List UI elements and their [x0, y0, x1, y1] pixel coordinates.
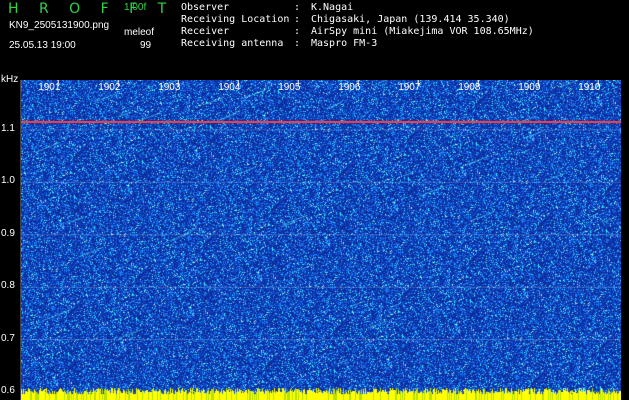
observation-info: Observer: K.Nagai Receiving Location: Chig…: [181, 2, 534, 50]
info-value: K.Nagai: [311, 2, 354, 13]
y-tick-label: 0.6: [1, 385, 15, 397]
y-tick-label: 1.0: [1, 175, 15, 187]
filename-label: KN9_2505131900.png: [9, 20, 110, 31]
mode-label: meleof: [124, 27, 155, 38]
version-label: 1.00f: [124, 2, 147, 13]
x-tick-label: 1910: [578, 82, 601, 93]
info-key: Receiver: [181, 26, 230, 37]
gain-label: 99: [140, 40, 152, 51]
info-row-location: Receiving Location: Chigasaki, Japan (139…: [181, 14, 534, 26]
y-tick-label: 1.1: [1, 122, 15, 134]
app-name: H R O F F T: [8, 1, 175, 17]
info-key: Receiving antenna: [181, 38, 284, 49]
info-value: Maspro FM-3: [311, 38, 378, 49]
info-value: Chigasaki, Japan (139.414 35.340): [311, 14, 510, 25]
spectrogram-overlay: [21, 80, 621, 393]
y-tick-label: 0.7: [1, 332, 15, 344]
x-tick-label: 1909: [518, 82, 541, 93]
x-tick-label: 1905: [278, 82, 301, 93]
x-tick-label: 1907: [398, 82, 421, 93]
info-separator: :: [294, 38, 301, 49]
y-axis-unit: kHz: [1, 74, 19, 85]
info-separator: :: [294, 26, 301, 37]
x-tick-label: 1906: [338, 82, 361, 93]
spectrogram-plot: [21, 80, 621, 400]
info-row-observer: Observer: K.Nagai: [181, 2, 534, 14]
datetime-label: 25.05.13 19:00: [9, 40, 76, 51]
x-tick-label: 1908: [458, 82, 481, 93]
info-separator: :: [294, 14, 301, 25]
x-tick-label: 1902: [98, 82, 121, 93]
info-value: AirSpy mini (Miakejima VOR 108.65MHz): [311, 26, 534, 37]
info-separator: :: [294, 2, 301, 13]
info-key: Observer: [181, 2, 230, 13]
x-tick-label: 1903: [158, 82, 181, 93]
y-tick-label: 0.9: [1, 227, 15, 239]
x-tick-label: 1901: [38, 82, 61, 93]
y-tick-label: 0.8: [1, 280, 15, 292]
header-panel: H R O F F T 1.00f KN9_2505131900.png mel…: [0, 0, 629, 76]
info-row-receiver: Receiver: AirSpy mini (Miakejima VOR 108.…: [181, 26, 534, 38]
x-tick-label: 1904: [218, 82, 241, 93]
info-row-antenna: Receiving antenna: Maspro FM-3: [181, 38, 534, 50]
info-key: Receiving Location: [181, 14, 290, 25]
